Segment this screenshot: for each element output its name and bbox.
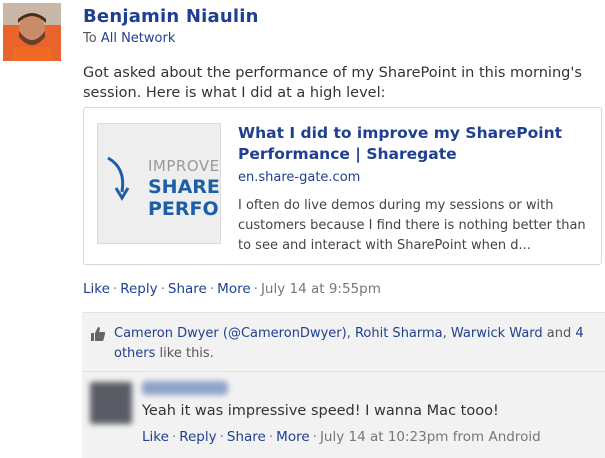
separator: ·: [112, 281, 118, 297]
thumbs-up-icon: [91, 327, 106, 341]
separator: ·: [160, 281, 165, 297]
reply-link[interactable]: Reply: [120, 281, 157, 297]
post-body: Got asked about the performance of my Sh…: [83, 65, 582, 101]
reply-item: Yeah it was impressive speed! I wanna Ma…: [82, 371, 605, 458]
like-link[interactable]: Like: [83, 281, 110, 297]
liker-link[interactable]: Warwick Ward: [451, 326, 543, 341]
reply-share-link[interactable]: Share: [227, 429, 266, 445]
recipient-line: To All Network: [83, 31, 175, 46]
curved-arrow-icon: [107, 156, 130, 201]
reply-more-link[interactable]: More: [276, 429, 309, 445]
separator: ·: [209, 281, 215, 297]
reply-reply-link[interactable]: Reply: [179, 429, 216, 445]
thumbnail-text-3: PERFOF: [148, 198, 220, 220]
reply-like-link[interactable]: Like: [142, 429, 169, 445]
thumbnail-text-2: SHAREI: [148, 176, 221, 198]
link-domain[interactable]: en.share-gate.com: [238, 170, 360, 185]
link-preview-card[interactable]: IMPROVE SHAREI PERFOF What I did to impr…: [83, 107, 602, 265]
author-name[interactable]: Benjamin Niaulin: [83, 6, 259, 27]
separator: ·: [268, 429, 274, 445]
link-title[interactable]: What I did to improve my SharePoint Perf…: [238, 123, 578, 165]
likes-suffix: like this.: [159, 346, 214, 361]
reply-text: Yeah it was impressive speed! I wanna Ma…: [142, 403, 499, 419]
more-link[interactable]: More: [217, 281, 250, 297]
avatar-photo: [3, 3, 61, 61]
likes-panel: Cameron Dwyer (@CameronDwyer), Rohit Sha…: [82, 312, 605, 371]
separator: ·: [171, 429, 177, 445]
post-actions: Like · Reply · Share · More · July 14 at 9:55pm: [83, 281, 381, 297]
likes-text: Cameron Dwyer (@CameronDwyer), Rohit Sha…: [114, 326, 584, 361]
reply-timestamp[interactable]: July 14 at 10:23pm from Android: [320, 429, 541, 445]
author-avatar[interactable]: [3, 3, 61, 61]
liker-link[interactable]: Cameron Dwyer (@CameronDwyer): [114, 326, 347, 341]
reply-avatar[interactable]: [90, 382, 132, 424]
separator: ·: [312, 429, 317, 445]
share-link[interactable]: Share: [168, 281, 207, 297]
recipient-link[interactable]: All Network: [101, 31, 176, 46]
link-description: I often do live demos during my sessions…: [238, 198, 586, 253]
thumbnail-text-1: IMPROVE: [148, 157, 220, 175]
liker-link[interactable]: Rohit Sharma: [355, 326, 443, 341]
post-timestamp[interactable]: July 14 at 9:55pm: [261, 281, 381, 297]
reply-author-name[interactable]: [142, 381, 228, 395]
likes-and: and: [546, 326, 572, 341]
separator: ·: [219, 429, 224, 445]
reply-actions: Like · Reply · Share · More · July 14 at 10:23pm…: [142, 429, 541, 445]
to-label: To: [83, 31, 97, 46]
separator: ·: [253, 281, 258, 297]
link-thumbnail[interactable]: IMPROVE SHAREI PERFOF: [97, 123, 221, 244]
